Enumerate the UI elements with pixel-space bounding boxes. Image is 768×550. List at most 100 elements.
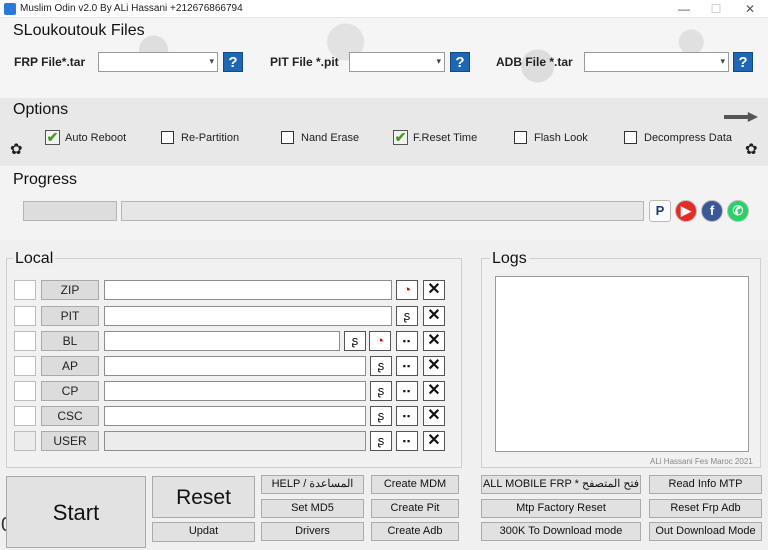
flash-look-label: Flash Look <box>534 132 588 144</box>
decompress-data-label: Decompress Data <box>644 132 733 144</box>
out-download-mode-button[interactable]: Out Download Mode <box>649 522 762 541</box>
clear-icon[interactable]: ✕ <box>423 406 445 426</box>
zip-button[interactable]: ZIP <box>41 280 99 300</box>
maximize-button[interactable]: ☐ <box>700 0 732 18</box>
dots-icon[interactable]: ▪▪ <box>396 331 418 351</box>
bl-button[interactable]: BL <box>41 331 99 351</box>
pit-button[interactable]: PIT <box>41 306 99 326</box>
reset-button[interactable]: Reset <box>152 476 255 518</box>
files-panel: SLoukoutouk Files FRP File*.tar ▾ ? PIT … <box>0 18 768 98</box>
pit-help-button[interactable]: ? <box>450 52 470 72</box>
pit-file-combo[interactable]: ▾ <box>349 52 445 72</box>
row-checkbox[interactable] <box>14 431 36 451</box>
youtube-icon[interactable]: ▶ <box>675 200 697 222</box>
whatsapp-icon[interactable]: ✆ <box>727 200 749 222</box>
progress-panel: Progress P ▶ f ✆ <box>0 166 768 240</box>
credits-footer: ALi Hassani Fes Maroc 2021 <box>650 457 753 466</box>
red-circle-icon[interactable]: ◔ <box>396 280 418 300</box>
read-info-mtp-button[interactable]: Read Info MTP <box>649 475 762 494</box>
row-checkbox[interactable] <box>14 306 36 326</box>
adb-file-combo[interactable]: ▾ <box>584 52 729 72</box>
frp-file-label: FRP File*.tar <box>14 55 86 69</box>
create-pit-button[interactable]: Create Pit <box>371 499 459 518</box>
arrow-right-icon[interactable] <box>724 112 758 122</box>
wave-icon[interactable]: ʂ <box>370 431 392 451</box>
ap-path-field[interactable] <box>104 356 366 376</box>
facebook-icon[interactable]: f <box>701 200 723 222</box>
csc-path-field[interactable] <box>104 406 366 426</box>
set-md5-button[interactable]: Set MD5 <box>261 499 364 518</box>
options-panel: Options ✿ ✿ ✔ Auto Reboot Re-Partition N… <box>0 98 768 166</box>
user-path-field[interactable] <box>104 431 366 451</box>
progress-title: Progress <box>13 171 78 188</box>
clear-icon[interactable]: ✕ <box>423 356 445 376</box>
adb-help-button[interactable]: ? <box>733 52 753 72</box>
row-checkbox[interactable] <box>14 331 36 351</box>
f-reset-time-label: F.Reset Time <box>413 132 478 144</box>
clear-icon[interactable]: ✕ <box>423 331 445 351</box>
wave-icon[interactable]: ʂ <box>370 381 392 401</box>
frp-help-button[interactable]: ? <box>223 52 243 72</box>
flash-look-checkbox[interactable] <box>514 131 527 144</box>
ap-button[interactable]: AP <box>41 356 99 376</box>
wave-icon[interactable]: ʂ <box>370 406 392 426</box>
help-button[interactable]: HELP / المساعدة <box>261 475 364 494</box>
f-reset-time-checkbox[interactable]: ✔ <box>393 130 408 145</box>
nand-erase-checkbox[interactable] <box>281 131 294 144</box>
pit-path-field[interactable] <box>104 306 392 326</box>
logs-textarea[interactable] <box>495 276 749 452</box>
mtp-factory-reset-button[interactable]: Mtp Factory Reset <box>481 499 641 518</box>
user-button[interactable]: USER <box>41 431 99 451</box>
csc-button[interactable]: CSC <box>41 406 99 426</box>
cp-button[interactable]: CP <box>41 381 99 401</box>
frp-file-combo[interactable]: ▾ <box>98 52 218 72</box>
auto-reboot-checkbox[interactable]: ✔ <box>45 130 60 145</box>
create-adb-button[interactable]: Create Adb <box>371 522 459 541</box>
file-row-cp: CP ʂ ▪▪ ✕ <box>0 381 460 401</box>
clear-icon[interactable]: ✕ <box>423 431 445 451</box>
wave-icon[interactable]: ʂ <box>396 306 418 326</box>
dots-icon[interactable]: ▪▪ <box>396 356 418 376</box>
file-row-ap: AP ʂ ▪▪ ✕ <box>0 356 460 376</box>
wave-icon[interactable]: ʂ <box>370 356 392 376</box>
wave-icon[interactable]: ʂ <box>344 331 366 351</box>
chevron-down-icon: ▾ <box>209 56 214 66</box>
clear-icon[interactable]: ✕ <box>423 306 445 326</box>
re-partition-label: Re-Partition <box>181 132 240 144</box>
file-row-user: USER ʂ ▪▪ ✕ <box>0 431 460 451</box>
minimize-button[interactable]: — <box>668 0 700 18</box>
re-partition-checkbox[interactable] <box>161 131 174 144</box>
bl-path-field[interactable] <box>104 331 340 351</box>
start-button[interactable]: Start <box>6 476 146 548</box>
all-mobile-frp-button[interactable]: ALL MOBILE FRP * فتح المتصفح <box>481 475 641 494</box>
row-checkbox[interactable] <box>14 356 36 376</box>
actions-panel: 0 Start Reset Updat HELP / المساعدة Set … <box>0 470 768 550</box>
auto-reboot-label: Auto Reboot <box>65 132 127 144</box>
pit-file-label: PIT File *.pit <box>270 55 339 69</box>
cp-path-field[interactable] <box>104 381 366 401</box>
clear-icon[interactable]: ✕ <box>423 381 445 401</box>
row-checkbox[interactable] <box>14 280 36 300</box>
paypal-icon[interactable]: P <box>649 200 671 222</box>
decompress-data-checkbox[interactable] <box>624 131 637 144</box>
row-checkbox[interactable] <box>14 406 36 426</box>
close-button[interactable]: ✕ <box>734 0 766 18</box>
options-title: Options <box>13 101 69 118</box>
red-circle-icon[interactable]: ◔ <box>369 331 391 351</box>
local-title: Local <box>13 250 56 268</box>
update-button[interactable]: Updat <box>152 522 255 542</box>
file-row-bl: BL ʂ ◔ ▪▪ ✕ <box>0 331 460 351</box>
file-row-zip: ZIP ◔ ✕ <box>0 280 460 300</box>
dots-icon[interactable]: ▪▪ <box>396 381 418 401</box>
drivers-button[interactable]: Drivers <box>261 522 364 541</box>
adb-file-label: ADB File *.tar <box>496 55 573 69</box>
row-checkbox[interactable] <box>14 381 36 401</box>
file-row-csc: CSC ʂ ▪▪ ✕ <box>0 406 460 426</box>
dots-icon[interactable]: ▪▪ <box>396 431 418 451</box>
reset-frp-adb-button[interactable]: Reset Frp Adb <box>649 499 762 518</box>
clear-icon[interactable]: ✕ <box>423 280 445 300</box>
create-mdm-button[interactable]: Create MDM <box>371 475 459 494</box>
zip-path-field[interactable] <box>104 280 392 300</box>
dots-icon[interactable]: ▪▪ <box>396 406 418 426</box>
download-mode-300k-button[interactable]: 300K To Download mode <box>481 522 641 541</box>
